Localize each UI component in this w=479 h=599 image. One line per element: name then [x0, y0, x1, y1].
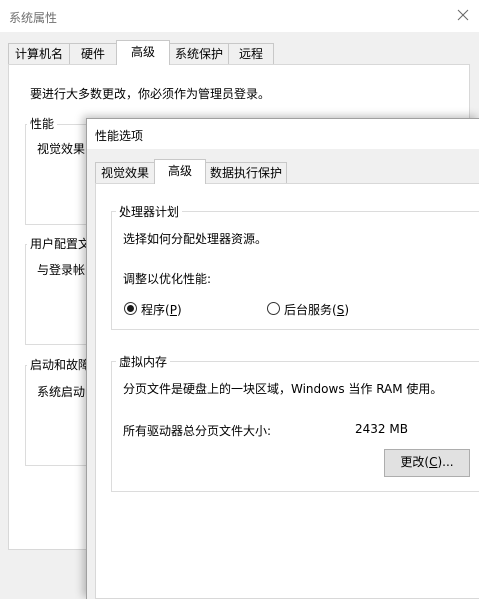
total-paging-value: 2432 MB: [355, 422, 408, 436]
user-profiles-group-label: 用户配置文: [27, 235, 94, 252]
perf-advanced-page: 处理器计划 选择如何分配处理器资源。 调整以优化性能: 程序(P) 后台服务(S…: [95, 183, 479, 599]
tab-system-protection[interactable]: 系统保护: [169, 43, 229, 64]
tab-remote[interactable]: 远程: [228, 43, 274, 64]
processor-scheduling-label: 处理器计划: [116, 203, 183, 220]
close-icon[interactable]: [452, 4, 474, 26]
change-button[interactable]: 更改(C)...: [384, 449, 470, 477]
background-services-radio-label[interactable]: 后台服务(S): [284, 301, 349, 318]
admin-notice: 要进行大多数更改，你必须作为管理员登录。: [30, 87, 271, 101]
programs-radio-label[interactable]: 程序(P): [141, 301, 182, 318]
dialog-title-bar: 性能选项: [87, 119, 479, 149]
user-profiles-description: 与登录帐: [37, 263, 86, 277]
performance-description: 视觉效果: [37, 142, 86, 156]
tab-dep[interactable]: 数据执行保护: [205, 162, 287, 183]
tab-hardware[interactable]: 硬件: [69, 43, 117, 64]
tab-advanced[interactable]: 高级: [116, 40, 170, 65]
total-paging-label: 所有驱动器总分页文件大小:: [123, 424, 272, 438]
tab-computer-name[interactable]: 计算机名: [8, 43, 70, 64]
window-title: 系统属性: [9, 11, 58, 25]
programs-radio[interactable]: [124, 302, 137, 315]
startup-recovery-group-label: 启动和故障: [27, 356, 94, 373]
virtual-memory-label: 虚拟内存: [116, 353, 171, 370]
processor-scheduling-description: 选择如何分配处理器资源。: [123, 232, 268, 246]
adjust-for-label: 调整以优化性能:: [123, 272, 212, 286]
title-bar: 系统属性: [0, 0, 479, 32]
tab-visual-effects[interactable]: 视觉效果: [95, 162, 155, 183]
startup-recovery-description: 系统启动: [37, 385, 86, 399]
performance-options-dialog: 性能选项 视觉效果 高级 数据执行保护 处理器计划 选择如何分配处理器资源。 调…: [86, 118, 479, 599]
virtual-memory-description: 分页文件是硬盘上的一块区域，Windows 当作 RAM 使用。: [123, 382, 443, 396]
performance-group-label: 性能: [27, 115, 58, 132]
background-services-radio[interactable]: [267, 302, 280, 315]
tab-perf-advanced[interactable]: 高级: [154, 159, 206, 184]
dialog-title: 性能选项: [95, 129, 144, 143]
